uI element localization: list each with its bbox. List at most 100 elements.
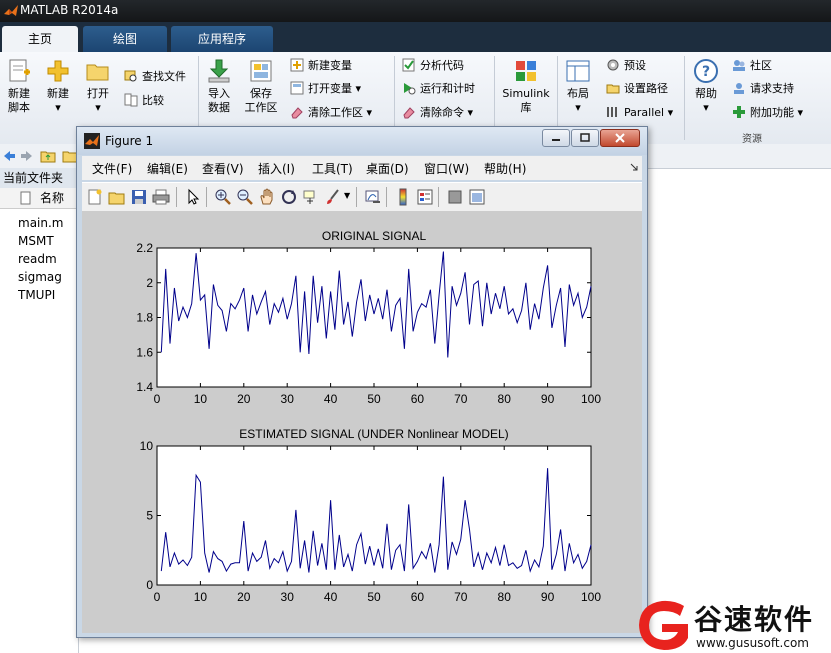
file-item-tmupi[interactable]: TMUPI [18, 286, 78, 304]
file-item-sigmag[interactable]: sigmag [18, 268, 78, 286]
save-workspace-label-1: 保存 [250, 87, 272, 100]
pan-hand-icon[interactable] [258, 188, 276, 206]
toolbar-separator [206, 187, 207, 207]
x-tick-label: 40 [324, 590, 338, 604]
menu-file[interactable]: 文件(F) [92, 160, 132, 177]
menu-tools[interactable]: 工具(T) [312, 160, 353, 177]
data-cursor-icon[interactable] [302, 188, 320, 206]
x-tick-label: 80 [498, 590, 512, 604]
tab-apps[interactable]: 应用程序 [171, 26, 273, 52]
x-tick-label: 90 [541, 590, 555, 604]
import-data-button[interactable]: 导入 数据 [203, 58, 235, 115]
file-name: MSMT [18, 234, 54, 248]
save-workspace-icon [250, 60, 272, 82]
name-column-header[interactable]: 名称 [40, 188, 64, 208]
figure-title-bar[interactable]: Figure 1 [77, 127, 647, 155]
layout-button[interactable]: 布局 ▾ [562, 58, 594, 115]
menu-dock-arrow-icon[interactable] [630, 163, 638, 171]
folder-nav-bar [0, 144, 78, 169]
matlab-logo-icon [4, 5, 18, 16]
matlab-title-bar: MATLAB R2014a [0, 0, 831, 22]
rotate-3d-icon[interactable] [280, 188, 298, 206]
figure-toolbar: ▼ [82, 182, 642, 212]
x-tick-label: 90 [541, 392, 555, 406]
community-button[interactable]: 社区 [732, 57, 772, 75]
new-button[interactable]: 新建 ▾ [42, 58, 74, 115]
new-variable-button[interactable]: 新建变量 [290, 57, 352, 75]
close-button[interactable] [600, 129, 640, 147]
link-plot-icon[interactable] [364, 188, 382, 206]
hide-plot-tools-icon[interactable] [446, 188, 464, 206]
plot-canvas[interactable]: ORIGINAL SIGNAL0 10 20 30 40 50 60 70 80 90 1001.4… [82, 211, 642, 633]
menu-help[interactable]: 帮助(H) [484, 160, 526, 177]
legend-icon[interactable] [416, 188, 434, 206]
chart-title-1: ORIGINAL SIGNAL [322, 229, 427, 243]
parallel-button[interactable]: Parallel ▾ [606, 104, 673, 122]
file-item-readme[interactable]: readm [18, 250, 78, 268]
pointer-arrow-icon[interactable] [184, 188, 202, 206]
menu-edit[interactable]: 编辑(E) [147, 160, 188, 177]
x-tick-label: 20 [237, 590, 251, 604]
x-tick-label: 50 [367, 392, 381, 406]
simulink-label-2: 库 [520, 101, 532, 114]
tab-home[interactable]: 主页 [2, 26, 78, 52]
save-workspace-button[interactable]: 保存 工作区 [243, 58, 279, 115]
clear-workspace-button[interactable]: 清除工作区 ▾ [290, 104, 372, 122]
run-and-time-icon [404, 83, 416, 95]
menu-window[interactable]: 窗口(W) [424, 160, 469, 177]
print-icon[interactable] [152, 188, 170, 206]
request-support-button[interactable]: 请求支持 [732, 80, 794, 98]
zoom-out-icon[interactable] [236, 188, 254, 206]
brush-icon[interactable] [324, 188, 342, 206]
menu-desktop[interactable]: 桌面(D) [366, 160, 409, 177]
toolbar-separator [386, 187, 387, 207]
file-item-msmt[interactable]: MSMT [18, 232, 78, 250]
open-variable-button[interactable]: 打开变量 ▾ [290, 80, 361, 98]
back-arrow-icon[interactable] [2, 149, 16, 163]
find-files-button[interactable]: 查找文件 [124, 68, 186, 86]
help-button[interactable]: ? 帮助 ▾ [690, 58, 722, 115]
maximize-button[interactable] [571, 129, 599, 147]
gususoft-logo-icon [639, 600, 688, 650]
compare-button[interactable]: 比较 [124, 92, 164, 110]
up-folder-icon[interactable] [40, 149, 56, 163]
ribbon-tab-row: 主页 绘图 应用程序 [0, 22, 831, 52]
menu-insert[interactable]: 插入(I) [258, 160, 295, 177]
analyze-code-button[interactable]: 分析代码 [402, 57, 464, 75]
show-plot-tools-icon[interactable] [468, 188, 486, 206]
new-variable-label: 新建变量 [308, 59, 352, 72]
clear-commands-button[interactable]: 清除命令 ▾ [402, 104, 473, 122]
brush-dropdown-arrow-icon[interactable]: ▼ [344, 191, 350, 200]
file-item-main-m[interactable]: main.m [18, 214, 78, 232]
minimize-button[interactable] [542, 129, 570, 147]
y-tick-label: 2.2 [136, 241, 153, 255]
add-ons-button[interactable]: 附加功能 ▾ [732, 104, 803, 122]
run-and-time-button[interactable]: 运行和计时 [402, 80, 475, 98]
save-icon[interactable] [130, 188, 148, 206]
y-tick-label: 0 [146, 578, 153, 592]
background-address-bar [648, 144, 831, 169]
simulink-library-button[interactable]: Simulink 库 [499, 58, 553, 115]
preferences-button[interactable]: 预设 [606, 57, 646, 75]
new-figure-icon[interactable] [86, 188, 104, 206]
y-tick-label: 1.4 [136, 380, 153, 394]
menu-view[interactable]: 查看(V) [202, 160, 244, 177]
y-tick-label: 1.8 [136, 311, 153, 325]
compare-label: 比较 [142, 94, 164, 107]
new-script-button[interactable]: 新建 脚本 [3, 58, 35, 115]
x-tick-label: 30 [281, 392, 295, 406]
colorbar-icon[interactable] [394, 188, 412, 206]
axes-background-1 [156, 247, 592, 388]
tab-plots[interactable]: 绘图 [83, 26, 167, 52]
new-script-icon [9, 59, 30, 82]
zoom-in-icon[interactable] [214, 188, 232, 206]
y-tick-label: 2 [146, 276, 153, 290]
y-tick-label: 5 [146, 509, 153, 523]
new-variable-icon [290, 58, 304, 72]
close-icon [615, 133, 625, 143]
plus-icon [47, 60, 69, 82]
set-path-button[interactable]: 设置路径 [606, 80, 668, 98]
open-button[interactable]: 打开 ▾ [82, 58, 114, 115]
forward-arrow-icon[interactable] [20, 149, 34, 163]
open-file-icon[interactable] [108, 188, 126, 206]
